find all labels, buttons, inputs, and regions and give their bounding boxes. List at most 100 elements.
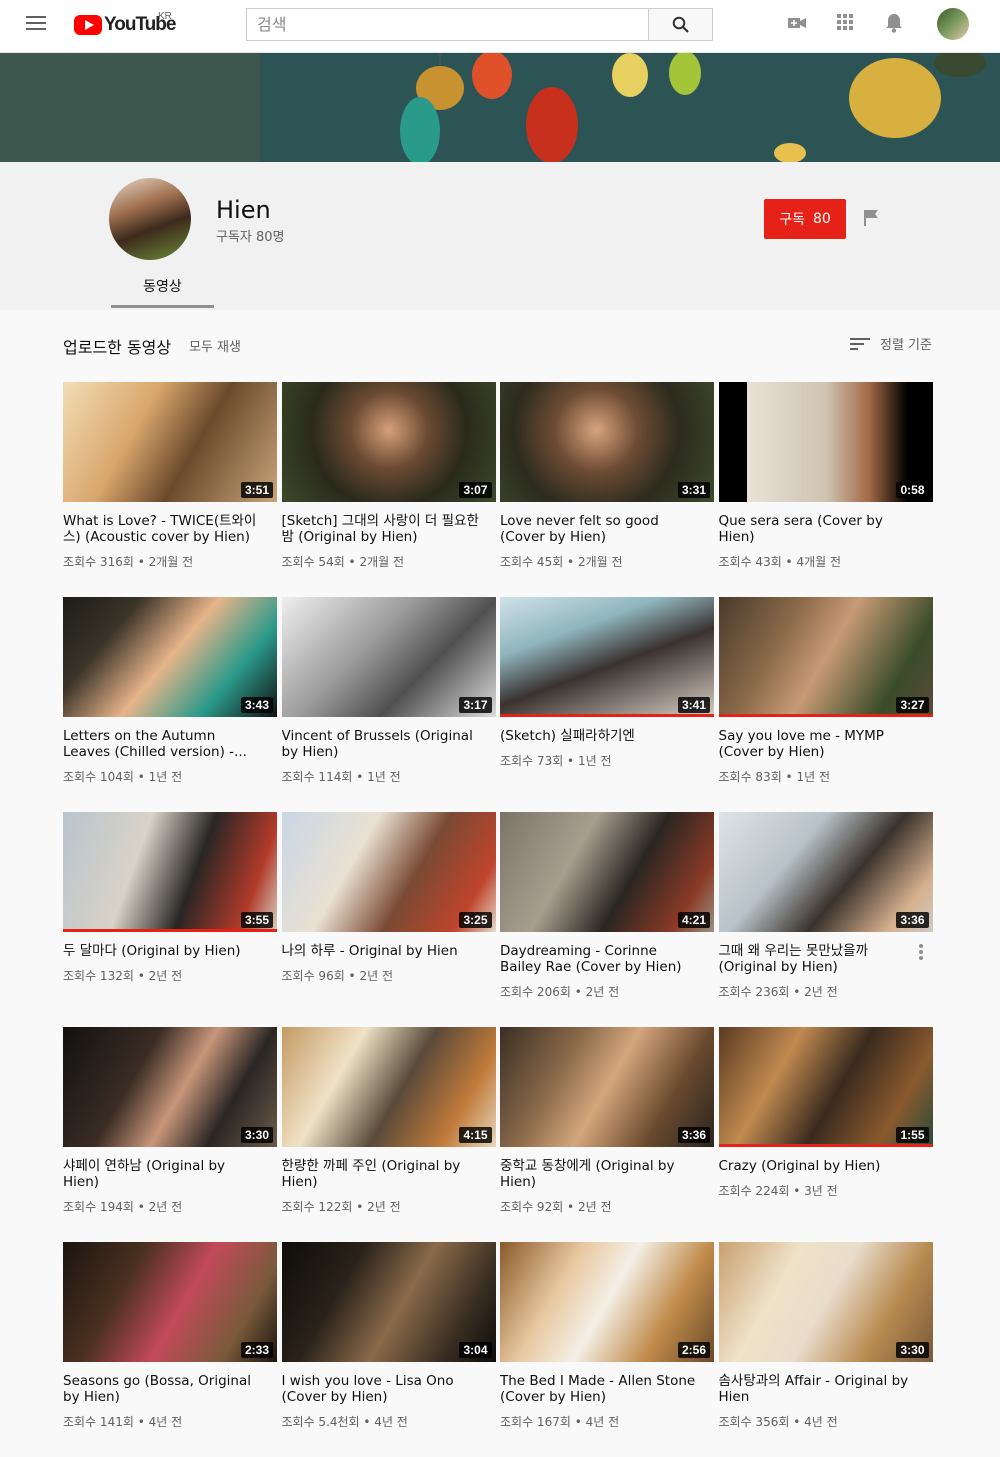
video-card[interactable]: 0:58 Que sera sera (Cover by Hien) 조회수 43회… xyxy=(718,382,933,597)
video-thumbnail[interactable]: 2:33 xyxy=(63,1242,277,1362)
video-card[interactable]: 1:55 Crazy (Original by Hien) 조회수 224회 • 3… xyxy=(718,1027,933,1242)
video-duration: 4:21 xyxy=(677,912,710,928)
video-title[interactable]: What is Love? - TWICE(트와이스) (Acoustic co… xyxy=(63,513,263,545)
video-duration: 4:15 xyxy=(459,1127,492,1143)
watch-progress-bar xyxy=(63,929,277,932)
video-duration: 3:55 xyxy=(240,912,273,928)
video-meta: 조회수 167회 • 4년 전 xyxy=(500,1415,620,1429)
video-card[interactable]: 3:43 Letters on the Autumn Leaves (Chille… xyxy=(63,597,277,812)
region-label: KR xyxy=(158,11,172,22)
play-all-link[interactable]: 모두 재생 xyxy=(189,336,241,355)
video-meta: 조회수 114회 • 1년 전 xyxy=(281,770,401,784)
video-title[interactable]: Que sera sera (Cover by Hien) xyxy=(719,513,919,545)
video-thumbnail[interactable]: 3:30 xyxy=(63,1027,277,1147)
video-thumbnail[interactable]: 3:25 xyxy=(281,812,496,932)
video-title[interactable]: 나의 하루 - Original by Hien xyxy=(282,943,482,959)
video-meta: 조회수 194회 • 2년 전 xyxy=(63,1200,183,1214)
video-thumbnail[interactable]: 3:04 xyxy=(281,1242,496,1362)
subscribe-button[interactable]: 구독 80 xyxy=(764,199,846,239)
video-title[interactable]: 그때 왜 우리는 못만났을까 (Original by Hien) xyxy=(719,943,919,975)
video-meta: 조회수 83회 • 1년 전 xyxy=(718,770,830,784)
video-meta: 조회수 122회 • 2년 전 xyxy=(281,1200,401,1214)
flag-icon[interactable] xyxy=(862,209,880,232)
video-thumbnail[interactable]: 3:36 xyxy=(718,812,933,932)
video-card[interactable]: 2:33 Seasons go (Bossa, Original by Hien)… xyxy=(63,1242,277,1457)
video-title[interactable]: (Sketch) 실패라하기엔 xyxy=(500,728,700,744)
video-meta: 조회수 73회 • 1년 전 xyxy=(500,754,612,768)
channel-name: Hien xyxy=(216,196,271,224)
video-title[interactable]: Love never felt so good (Cover by Hien) xyxy=(500,513,700,545)
channel-header: Hien 구독자 80명 구독 80 동영상 xyxy=(0,162,1000,310)
video-title[interactable]: Daydreaming - Corinne Bailey Rae (Cover … xyxy=(500,943,700,975)
video-title[interactable]: Seasons go (Bossa, Original by Hien) xyxy=(63,1373,263,1405)
video-card[interactable]: 3:41 (Sketch) 실패라하기엔조회수 73회 • 1년 전 xyxy=(500,597,714,812)
video-card[interactable]: 3:07 [Sketch] 그대의 사랑이 더 필요한 밤 (Original b… xyxy=(281,382,496,597)
video-thumbnail[interactable]: 3:07 xyxy=(281,382,496,502)
search-input[interactable] xyxy=(246,8,648,41)
video-thumbnail[interactable]: 3:43 xyxy=(63,597,277,717)
video-card[interactable]: 3:30 솜사탕과의 Affair - Original by Hien 조회수 3… xyxy=(718,1242,933,1457)
video-title[interactable]: 두 달마다 (Original by Hien) xyxy=(63,943,263,959)
video-title[interactable]: Vincent of Brussels (Original by Hien) xyxy=(282,728,482,760)
sort-button[interactable]: 정렬 기준 xyxy=(850,334,932,353)
video-title[interactable]: 한량한 까페 주인 (Original by Hien) xyxy=(282,1158,482,1190)
video-thumbnail[interactable]: 3:31 xyxy=(500,382,714,502)
video-card[interactable]: 3:36 그때 왜 우리는 못만났을까 (Original by Hien) 조회수… xyxy=(718,812,933,1027)
video-thumbnail[interactable]: 3:17 xyxy=(281,597,496,717)
more-options-icon[interactable] xyxy=(918,944,923,965)
video-card[interactable]: 3:36 중학교 동창에게 (Original by Hien) 조회수 92회 •… xyxy=(500,1027,714,1242)
video-card[interactable]: 4:15 한량한 까페 주인 (Original by Hien) 조회수 122회… xyxy=(281,1027,496,1242)
video-card[interactable]: 3:55 두 달마다 (Original by Hien) 조회수 132회 • 2… xyxy=(63,812,277,1027)
video-duration: 3:51 xyxy=(240,482,273,498)
video-duration: 3:07 xyxy=(459,482,492,498)
video-title[interactable]: Say you love me - MYMP (Cover by Hien) xyxy=(719,728,919,760)
apps-grid-icon[interactable] xyxy=(835,12,855,37)
sort-icon xyxy=(850,337,870,350)
channel-avatar[interactable] xyxy=(109,178,191,260)
video-title[interactable]: The Bed I Made - Allen Stone (Cover by H… xyxy=(500,1373,700,1405)
video-thumbnail[interactable]: 4:21 xyxy=(500,812,714,932)
video-thumbnail[interactable]: 1:55 xyxy=(718,1027,933,1147)
video-thumbnail[interactable]: 3:27 xyxy=(718,597,933,717)
video-title[interactable]: [Sketch] 그대의 사랑이 더 필요한 밤 (Original by Hi… xyxy=(282,513,482,545)
tab-videos[interactable]: 동영상 xyxy=(111,268,214,308)
video-title[interactable]: Letters on the Autumn Leaves (Chilled ve… xyxy=(63,728,263,760)
account-avatar[interactable] xyxy=(937,8,969,40)
video-thumbnail[interactable]: 4:15 xyxy=(281,1027,496,1147)
video-thumbnail[interactable]: 3:30 xyxy=(718,1242,933,1362)
video-card[interactable]: 3:30 샤페이 연하남 (Original by Hien) 조회수 194회 •… xyxy=(63,1027,277,1242)
video-card[interactable]: 2:56 The Bed I Made - Allen Stone (Cover … xyxy=(500,1242,714,1457)
video-card[interactable]: 3:25 나의 하루 - Original by Hien 조회수 96회 • 2년… xyxy=(281,812,496,1027)
video-meta: 조회수 92회 • 2년 전 xyxy=(500,1200,612,1214)
subscribe-label: 구독 xyxy=(779,212,805,228)
video-title[interactable]: 솜사탕과의 Affair - Original by Hien xyxy=(719,1373,919,1405)
video-duration: 3:17 xyxy=(459,697,492,713)
video-thumbnail[interactable]: 3:36 xyxy=(500,1027,714,1147)
video-thumbnail[interactable]: 2:56 xyxy=(500,1242,714,1362)
video-duration: 3:31 xyxy=(677,482,710,498)
video-thumbnail[interactable]: 0:58 xyxy=(718,382,933,502)
video-card[interactable]: 3:31 Love never felt so good (Cover by Hi… xyxy=(500,382,714,597)
video-thumbnail[interactable]: 3:41 xyxy=(500,597,714,717)
video-meta: 조회수 54회 • 2개월 전 xyxy=(281,555,405,569)
watch-progress-bar xyxy=(500,714,714,717)
video-card[interactable]: 4:21 Daydreaming - Corinne Bailey Rae (Co… xyxy=(500,812,714,1027)
video-title[interactable]: 중학교 동창에게 (Original by Hien) xyxy=(500,1158,700,1190)
search-button[interactable] xyxy=(648,8,713,41)
upload-video-icon[interactable] xyxy=(786,12,808,39)
video-card[interactable]: 3:04 I wish you love - Lisa Ono (Cover by… xyxy=(281,1242,496,1457)
video-card[interactable]: 3:51 What is Love? - TWICE(트와이스) (Acousti… xyxy=(63,382,277,597)
video-title[interactable]: I wish you love - Lisa Ono (Cover by Hie… xyxy=(282,1373,482,1405)
menu-icon[interactable] xyxy=(26,16,46,32)
video-thumbnail[interactable]: 3:51 xyxy=(63,382,277,502)
notifications-bell-icon[interactable] xyxy=(884,12,904,39)
video-card[interactable]: 3:17 Vincent of Brussels (Original by Hie… xyxy=(281,597,496,812)
video-card[interactable]: 3:27 Say you love me - MYMP (Cover by Hie… xyxy=(718,597,933,812)
video-title[interactable]: Crazy (Original by Hien) xyxy=(719,1158,919,1174)
youtube-play-icon xyxy=(74,15,102,35)
video-title[interactable]: 샤페이 연하남 (Original by Hien) xyxy=(63,1158,263,1190)
video-duration: 2:33 xyxy=(240,1342,273,1358)
video-thumbnail[interactable]: 3:55 xyxy=(63,812,277,932)
channel-banner xyxy=(0,53,1000,162)
video-meta: 조회수 43회 • 4개월 전 xyxy=(718,555,842,569)
